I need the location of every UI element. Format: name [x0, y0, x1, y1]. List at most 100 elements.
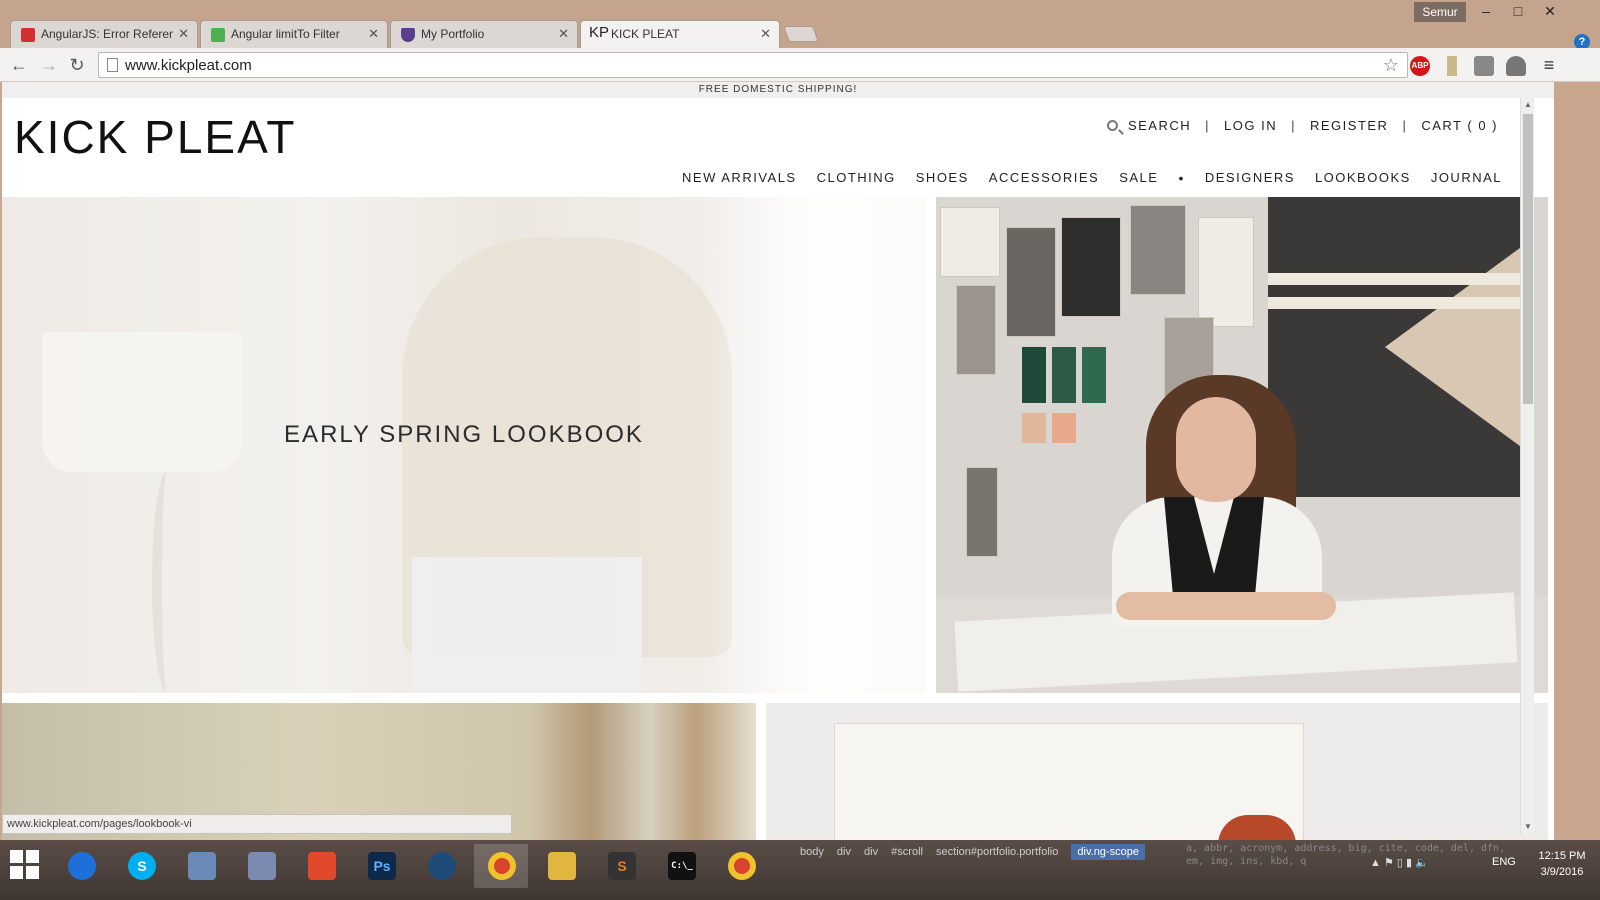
devtools-breadcrumb: body div div #scroll section#portfolio.p…	[800, 844, 1155, 860]
taskbar-app-photoshop[interactable]: Ps	[354, 844, 408, 888]
nav-designers[interactable]: DESIGNERS	[1205, 170, 1295, 186]
lookbook-hero-image[interactable]: EARLY SPRING LOOKBOOK	[2, 197, 926, 693]
page-scrollbar[interactable]: ▲ ▼	[1520, 98, 1534, 834]
search-link[interactable]: SEARCH	[1128, 118, 1191, 133]
cart-link[interactable]: CART ( 0 )	[1421, 118, 1498, 133]
cloud-extension-icon[interactable]	[1506, 56, 1526, 76]
breadcrumb-item[interactable]: div	[837, 846, 851, 858]
network-icon	[188, 852, 216, 880]
pinned-photo	[966, 467, 998, 557]
tab-portfolio[interactable]: My Portfolio ✕	[390, 20, 578, 48]
site-logo[interactable]: KICK PLEAT	[14, 110, 296, 164]
photoshop-icon: Ps	[368, 852, 396, 880]
nav-shoes[interactable]: SHOES	[916, 170, 969, 186]
fabric-swatch	[1022, 413, 1046, 443]
system-clock[interactable]: 12:15 PM 3/9/2016	[1528, 848, 1596, 880]
windows-start-icon[interactable]	[10, 850, 40, 880]
taskbar-app-grid[interactable]	[294, 844, 348, 888]
taskbar-app-terminal[interactable]: C:\_	[654, 844, 708, 888]
page-icon	[107, 58, 118, 72]
kp-icon: KP	[589, 24, 610, 41]
scroll-thumb[interactable]	[1523, 114, 1533, 404]
taskbar-app-browser[interactable]	[54, 844, 108, 888]
taskbar-app-network-2[interactable]	[234, 844, 288, 888]
skype-icon: S	[128, 852, 156, 880]
tab-angular-error[interactable]: AngularJS: Error Reference ✕	[10, 20, 198, 48]
lamp-shade-image-detail	[42, 332, 242, 472]
tab-kickpleat[interactable]: KP KICK PLEAT ✕	[580, 20, 780, 48]
reload-button[interactable]: ↻	[66, 54, 88, 76]
forward-button[interactable]: →	[38, 54, 60, 76]
taskbar-app-network-1[interactable]	[174, 844, 228, 888]
folder-icon	[548, 852, 576, 880]
bookmark-star-icon[interactable]: ☆	[1383, 55, 1399, 76]
model-pants-image-detail	[412, 557, 642, 693]
taskbar-app-explorer[interactable]	[534, 844, 588, 888]
tab-limitto[interactable]: Angular limitTo Filter ✕	[200, 20, 388, 48]
adblock-icon[interactable]: ABP	[1410, 56, 1430, 76]
taskbar-app-chrome[interactable]	[474, 844, 528, 888]
taskbar-app-chrome-2[interactable]	[714, 844, 768, 888]
close-tab-icon[interactable]: ✕	[558, 26, 569, 42]
close-tab-icon[interactable]: ✕	[368, 26, 379, 42]
nav-new-arrivals[interactable]: NEW ARRIVALS	[682, 170, 797, 186]
portfolio-tile-right[interactable]	[766, 693, 1548, 852]
shield-icon	[401, 28, 415, 42]
designer-photo[interactable]	[936, 197, 1548, 693]
register-link[interactable]: REGISTER	[1310, 118, 1388, 133]
tab-title: Angular limitTo Filter	[231, 27, 340, 41]
designer-face	[1176, 397, 1256, 502]
login-link[interactable]: LOG IN	[1224, 118, 1277, 133]
fabric-swatch	[1052, 413, 1076, 443]
tab-title: My Portfolio	[421, 27, 485, 41]
utility-nav: SEARCH | LOG IN | REGISTER | CART ( 0 )	[1106, 118, 1498, 133]
close-window-button[interactable]: ✕	[1534, 0, 1566, 22]
nav-sale[interactable]: SALE	[1119, 170, 1158, 186]
taskbar-app-sublime[interactable]: S	[594, 844, 648, 888]
nav-lookbooks[interactable]: LOOKBOOKS	[1315, 170, 1411, 186]
status-bar-url: www.kickpleat.com/pages/lookbook-vi	[2, 814, 512, 834]
windows-taskbar: S Ps S C:\_ body div div #scroll section…	[0, 840, 1600, 900]
tab-title: AngularJS: Error Reference	[41, 27, 173, 41]
breadcrumb-item-selected[interactable]: div.ng-scope	[1071, 844, 1145, 860]
scroll-up-icon[interactable]: ▲	[1521, 98, 1535, 112]
hero-title[interactable]: EARLY SPRING LOOKBOOK	[2, 421, 926, 449]
fabric-swatch	[1022, 347, 1046, 403]
system-tray-icons[interactable]: ▲ ⚑ ▯ ▮ 🔈	[1370, 856, 1429, 869]
pinned-photo	[1006, 227, 1056, 337]
back-button[interactable]: ←	[8, 54, 30, 76]
nav-dot-separator: •	[1178, 170, 1185, 186]
minimize-button[interactable]: –	[1470, 0, 1502, 22]
rug-stripe	[1268, 297, 1528, 309]
shipping-banner: FREE DOMESTIC SHIPPING!	[2, 82, 1554, 98]
lamp-base-image-detail	[152, 472, 182, 692]
taskbar-app-tree[interactable]	[414, 844, 468, 888]
pinned-photo	[1130, 205, 1186, 295]
breadcrumb-item[interactable]: div	[864, 846, 878, 858]
browser-titlebar: Semur – □ ✕ AngularJS: Error Reference ✕…	[0, 0, 1600, 48]
nav-clothing[interactable]: CLOTHING	[817, 170, 896, 186]
breadcrumb-item[interactable]: #scroll	[891, 846, 923, 858]
profile-badge[interactable]: Semur	[1414, 2, 1466, 22]
breadcrumb-item[interactable]: section#portfolio.portfolio	[936, 846, 1058, 858]
nav-accessories[interactable]: ACCESSORIES	[989, 170, 1099, 186]
new-tab-button[interactable]	[783, 26, 819, 42]
chrome-menu-icon[interactable]: ≡	[1538, 54, 1560, 76]
extension-copy-icon[interactable]	[1474, 56, 1494, 76]
main-nav: NEW ARRIVALS CLOTHING SHOES ACCESSORIES …	[662, 170, 1502, 186]
close-tab-icon[interactable]: ✕	[178, 26, 189, 42]
scroll-down-icon[interactable]: ▼	[1521, 820, 1535, 834]
close-tab-icon[interactable]: ✕	[760, 26, 771, 42]
nav-journal[interactable]: JOURNAL	[1431, 170, 1502, 186]
pinned-sketch	[1198, 217, 1254, 327]
clock-date: 3/9/2016	[1540, 866, 1584, 878]
taskbar-app-skype[interactable]: S	[114, 844, 168, 888]
address-bar[interactable]: www.kickpleat.com ☆	[98, 52, 1408, 78]
url-text[interactable]: www.kickpleat.com	[125, 57, 252, 74]
breadcrumb-item[interactable]: body	[800, 846, 824, 858]
search-icon[interactable]	[1106, 120, 1118, 131]
clock-time: 12:15 PM	[1538, 850, 1586, 862]
maximize-button[interactable]: □	[1502, 0, 1534, 22]
extension-bookmark-icon[interactable]	[1447, 56, 1457, 76]
language-indicator[interactable]: ENG	[1492, 856, 1516, 868]
